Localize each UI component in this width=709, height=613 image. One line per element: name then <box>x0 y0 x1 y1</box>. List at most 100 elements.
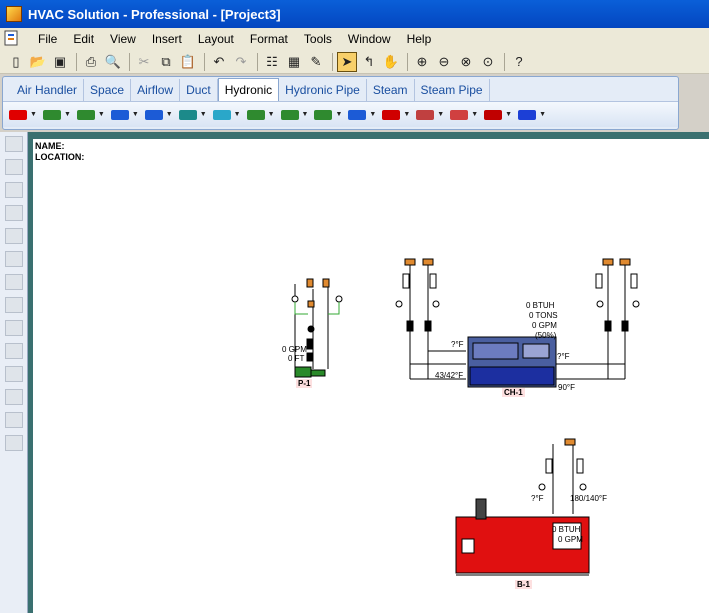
palette-tool-icon[interactable] <box>5 297 23 313</box>
palette-tool-icon[interactable] <box>5 274 23 290</box>
menu-file[interactable]: File <box>30 32 65 46</box>
zoom-fit-icon[interactable]: ⊗ <box>456 52 476 72</box>
hydronic-component-button[interactable]: ▼ <box>246 109 275 120</box>
tab-airflow[interactable]: Airflow <box>131 79 181 101</box>
chevron-down-icon[interactable]: ▼ <box>200 111 207 118</box>
hydronic-component-button[interactable]: ▼ <box>9 109 37 120</box>
palette-tool-icon[interactable] <box>5 228 23 244</box>
chevron-down-icon[interactable]: ▼ <box>335 111 342 118</box>
tab-steam-pipe[interactable]: Steam Pipe <box>415 79 490 101</box>
component-icon <box>382 109 401 120</box>
document-icon[interactable] <box>4 29 30 49</box>
chevron-down-icon[interactable]: ▼ <box>64 111 71 118</box>
menu-window[interactable]: Window <box>340 32 399 46</box>
palette-tool-icon[interactable] <box>5 182 23 198</box>
menu-layout[interactable]: Layout <box>190 32 242 46</box>
component-icon <box>484 109 503 120</box>
hydronic-component-button[interactable]: ▼ <box>110 109 139 120</box>
chevron-down-icon[interactable]: ▼ <box>369 111 376 118</box>
undo-icon[interactable]: ↶ <box>209 52 229 72</box>
hydronic-component-button[interactable]: ▼ <box>382 109 410 120</box>
chevron-down-icon[interactable]: ▼ <box>234 111 241 118</box>
hydronic-component-button[interactable]: ▼ <box>144 109 173 120</box>
paint-icon[interactable]: ✎ <box>306 52 326 72</box>
palette-tool-icon[interactable] <box>5 389 23 405</box>
print-preview-icon[interactable]: 🔍 <box>103 52 123 72</box>
hydronic-component-button[interactable]: ▼ <box>484 109 512 120</box>
zoom-window-icon[interactable]: ⊙ <box>478 52 498 72</box>
print-icon[interactable]: ⎙ <box>81 52 101 72</box>
hydronic-component-button[interactable]: ▼ <box>76 109 105 120</box>
boiler-tag[interactable]: B-1 <box>515 580 532 589</box>
chiller-temp-right: ?°F <box>557 352 570 361</box>
tab-air-handler[interactable]: Air Handler <box>11 79 85 101</box>
palette-tool-icon[interactable] <box>5 366 23 382</box>
context-help-icon[interactable]: ? <box>509 52 529 72</box>
properties-icon[interactable]: ☷ <box>262 52 282 72</box>
chiller-tons-label: 0 TONS <box>529 311 558 320</box>
chiller-chw-temp: 43/42°F <box>435 371 464 380</box>
palette-tool-icon[interactable] <box>5 412 23 428</box>
toolbar-separator <box>407 52 408 71</box>
palette-tool-icon[interactable] <box>5 251 23 267</box>
hydronic-component-button[interactable]: ▼ <box>212 109 241 120</box>
chevron-down-icon[interactable]: ▼ <box>437 111 444 118</box>
chevron-down-icon[interactable]: ▼ <box>471 111 478 118</box>
chevron-down-icon[interactable]: ▼ <box>302 111 309 118</box>
boiler-assembly <box>455 438 590 576</box>
palette-tool-icon[interactable] <box>5 435 23 451</box>
tab-space[interactable]: Space <box>84 79 132 101</box>
tab-hydronic[interactable]: Hydronic <box>217 78 280 101</box>
zoom-in-icon[interactable]: ⊕ <box>412 52 432 72</box>
toolbar-separator <box>76 52 77 71</box>
tab-steam[interactable]: Steam <box>367 79 415 101</box>
select-arrow-icon[interactable]: ➤ <box>337 51 357 72</box>
redo-icon[interactable]: ↷ <box>231 52 251 72</box>
connect-icon[interactable]: ↰ <box>359 52 379 72</box>
new-icon[interactable]: ▯ <box>6 52 26 72</box>
save-icon[interactable]: ▣ <box>50 52 70 72</box>
hydronic-component-button[interactable]: ▼ <box>348 109 376 120</box>
chiller-tag[interactable]: CH-1 <box>502 388 525 397</box>
chevron-down-icon[interactable]: ▼ <box>539 111 546 118</box>
copy-icon[interactable]: ⧉ <box>156 52 176 72</box>
hydronic-component-button[interactable]: ▼ <box>178 109 207 120</box>
calculator-icon[interactable]: ▦ <box>284 52 304 72</box>
palette-tool-icon[interactable] <box>5 320 23 336</box>
tab-duct[interactable]: Duct <box>180 79 218 101</box>
palette-tool-icon[interactable] <box>5 136 23 152</box>
hydronic-component-button[interactable]: ▼ <box>416 109 444 120</box>
tab-hydronic-pipe[interactable]: Hydronic Pipe <box>279 79 367 101</box>
palette-tool-icon[interactable] <box>5 343 23 359</box>
palette-tool-icon[interactable] <box>5 205 23 221</box>
chevron-down-icon[interactable]: ▼ <box>132 111 139 118</box>
hydronic-component-button[interactable]: ▼ <box>314 109 342 120</box>
menu-view[interactable]: View <box>102 32 144 46</box>
pump-tag[interactable]: P-1 <box>296 379 313 388</box>
chevron-down-icon[interactable]: ▼ <box>98 111 105 118</box>
hydronic-component-button[interactable]: ▼ <box>280 109 309 120</box>
chevron-down-icon[interactable]: ▼ <box>268 111 275 118</box>
boiler-btuh-label: 0 BTUH <box>552 525 581 534</box>
menu-tools[interactable]: Tools <box>296 32 340 46</box>
drawing-canvas[interactable]: NAME: LOCATION: 0 GPM 0 FT P-1 0 BTUH 0 … <box>33 139 709 613</box>
menu-insert[interactable]: Insert <box>144 32 190 46</box>
hydronic-tools: ▼ ▼ ▼ ▼ ▼ ▼ ▼ ▼ ▼ ▼ ▼ ▼ ▼ ▼ ▼ ▼ <box>3 101 678 127</box>
menu-format[interactable]: Format <box>242 32 296 46</box>
component-icon <box>450 109 469 120</box>
chevron-down-icon[interactable]: ▼ <box>166 111 173 118</box>
pan-hand-icon[interactable]: ✋ <box>381 52 401 72</box>
open-icon[interactable]: 📂 <box>28 52 48 72</box>
hydronic-component-button[interactable]: ▼ <box>450 109 478 120</box>
hydronic-component-button[interactable]: ▼ <box>42 109 71 120</box>
palette-tool-icon[interactable] <box>5 159 23 175</box>
hydronic-component-button[interactable]: ▼ <box>518 109 546 120</box>
chevron-down-icon[interactable]: ▼ <box>403 111 410 118</box>
chevron-down-icon[interactable]: ▼ <box>30 111 37 118</box>
chevron-down-icon[interactable]: ▼ <box>505 111 512 118</box>
menu-edit[interactable]: Edit <box>65 32 102 46</box>
menu-help[interactable]: Help <box>399 32 440 46</box>
cut-icon[interactable]: ✂ <box>134 52 154 72</box>
paste-icon[interactable]: 📋 <box>178 52 198 72</box>
zoom-out-icon[interactable]: ⊖ <box>434 52 454 72</box>
